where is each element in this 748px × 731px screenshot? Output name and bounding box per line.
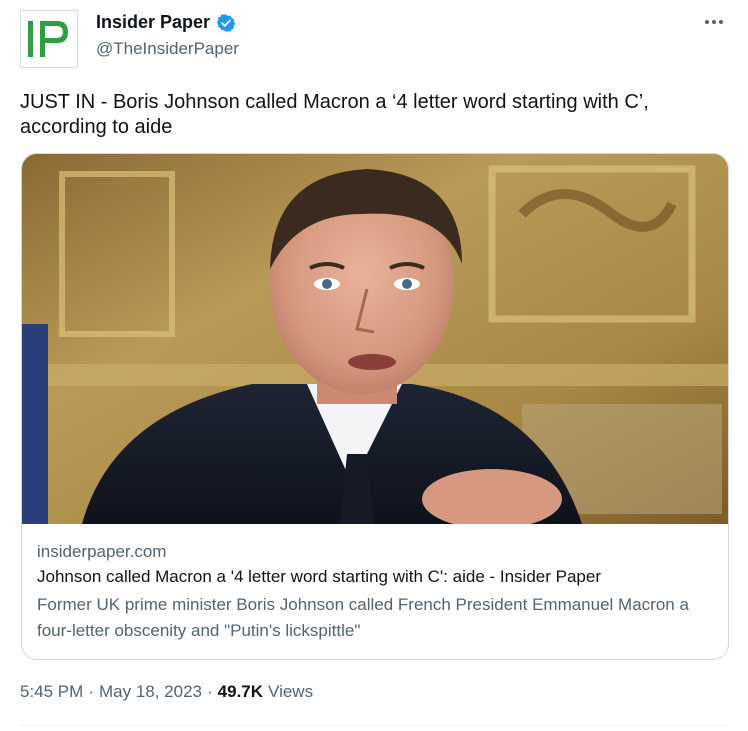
- account-avatar[interactable]: [20, 10, 78, 68]
- tweet-header: Insider Paper @TheInsiderPaper: [0, 0, 748, 80]
- display-name[interactable]: Insider Paper: [96, 12, 210, 33]
- tweet-time[interactable]: 5:45 PM: [20, 682, 83, 702]
- views-label: Views: [268, 682, 314, 701]
- more-horizontal-icon[interactable]: [702, 10, 726, 34]
- card-title[interactable]: Johnson called Macron a '4 letter word s…: [37, 564, 717, 590]
- account-handle[interactable]: @TheInsiderPaper: [96, 39, 239, 59]
- tweet-footer: 5:45 PM · May 18, 2023 · 49.7K Views: [20, 682, 313, 702]
- card-meta: insiderpaper.com Johnson called Macron a…: [37, 540, 717, 644]
- separator-dot: ·: [207, 682, 213, 701]
- link-card[interactable]: insiderpaper.com Johnson called Macron a…: [21, 153, 729, 660]
- name-row: Insider Paper: [96, 12, 236, 33]
- tweet-date[interactable]: May 18, 2023: [99, 682, 202, 702]
- card-domain: insiderpaper.com: [37, 542, 167, 561]
- verified-badge-icon[interactable]: [216, 13, 236, 33]
- insider-paper-logo-icon: [28, 21, 68, 57]
- card-description: Former UK prime minister Boris Johnson c…: [37, 595, 689, 640]
- card-image[interactable]: [22, 154, 728, 524]
- separator-dot: ·: [88, 682, 94, 701]
- views-count[interactable]: 49.7K: [218, 682, 263, 702]
- divider: [20, 725, 728, 726]
- tweet-text: JUST IN - Boris Johnson called Macron a …: [20, 91, 649, 138]
- macron-photo: [22, 154, 728, 524]
